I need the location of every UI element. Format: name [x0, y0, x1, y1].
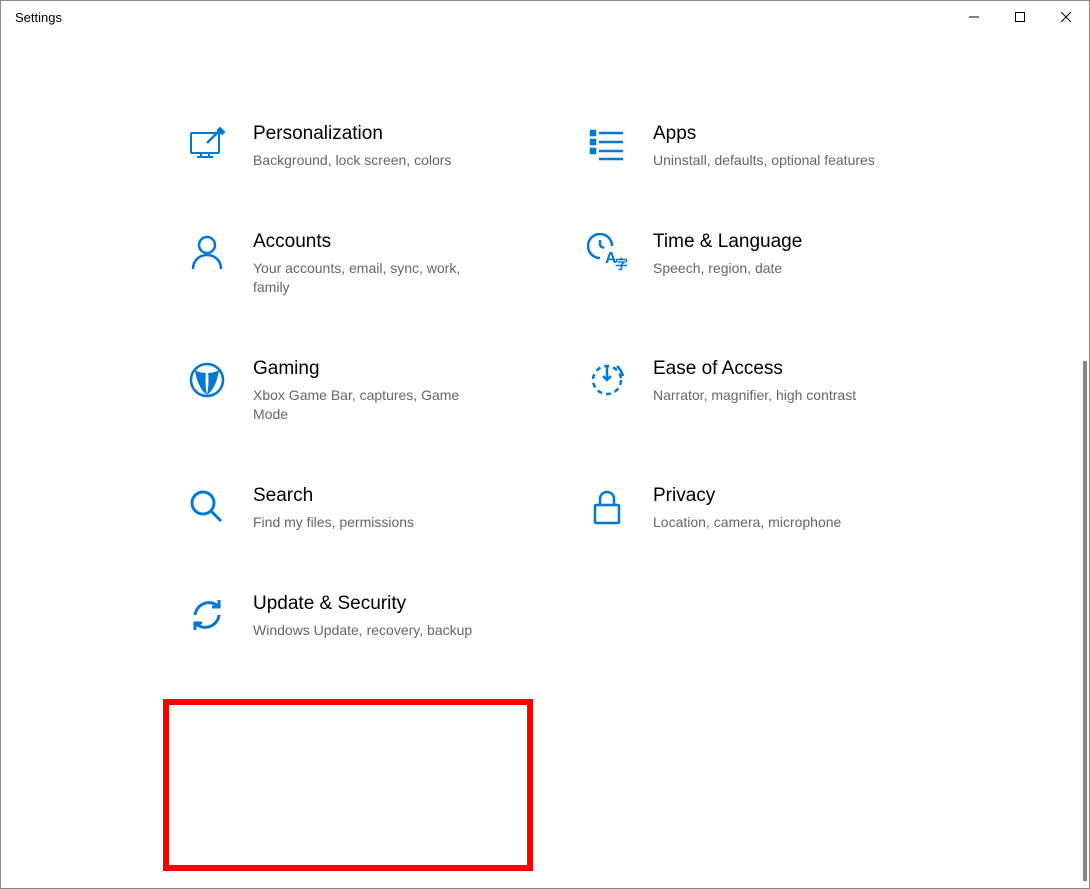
privacy-item[interactable]: Privacy Location, camera, microphone	[585, 485, 945, 533]
item-title: Search	[253, 485, 414, 507]
item-sub: Background, lock screen, colors	[253, 151, 451, 171]
window-controls	[951, 1, 1089, 33]
titlebar: Settings	[1, 1, 1089, 33]
item-sub: Windows Update, recovery, backup	[253, 621, 472, 641]
apps-item[interactable]: Apps Uninstall, defaults, optional featu…	[585, 123, 945, 171]
svg-text:字: 字	[615, 257, 627, 272]
item-title: Time & Language	[653, 231, 802, 253]
item-sub: Your accounts, email, sync, work, family	[253, 259, 493, 298]
privacy-icon	[585, 485, 629, 529]
settings-grid: Personalization Background, lock screen,…	[145, 123, 945, 640]
gaming-icon	[185, 358, 229, 402]
personalization-item[interactable]: Personalization Background, lock screen,…	[185, 123, 545, 171]
item-title: Accounts	[253, 231, 493, 253]
scrollbar-thumb[interactable]	[1083, 361, 1087, 881]
search-item[interactable]: Search Find my files, permissions	[185, 485, 545, 533]
item-sub: Speech, region, date	[653, 259, 802, 279]
update-security-icon	[185, 593, 229, 637]
search-icon	[185, 485, 229, 529]
item-sub: Location, camera, microphone	[653, 513, 841, 533]
item-title: Apps	[653, 123, 875, 145]
maximize-button[interactable]	[997, 1, 1043, 33]
ease-of-access-item[interactable]: Ease of Access Narrator, magnifier, high…	[585, 358, 945, 425]
highlight-box	[163, 699, 533, 871]
item-title: Gaming	[253, 358, 493, 380]
item-sub: Find my files, permissions	[253, 513, 414, 533]
accounts-icon	[185, 231, 229, 275]
item-title: Ease of Access	[653, 358, 856, 380]
gaming-item[interactable]: Gaming Xbox Game Bar, captures, Game Mod…	[185, 358, 545, 425]
content-area: Personalization Background, lock screen,…	[1, 33, 1089, 640]
time-language-icon: A 字	[585, 231, 629, 275]
item-title: Privacy	[653, 485, 841, 507]
window-title: Settings	[15, 10, 62, 25]
personalization-icon	[185, 123, 229, 167]
item-title: Update & Security	[253, 593, 472, 615]
close-button[interactable]	[1043, 1, 1089, 33]
update-security-item[interactable]: Update & Security Windows Update, recove…	[185, 593, 545, 641]
accounts-item[interactable]: Accounts Your accounts, email, sync, wor…	[185, 231, 545, 298]
minimize-button[interactable]	[951, 1, 997, 33]
item-sub: Xbox Game Bar, captures, Game Mode	[253, 386, 493, 425]
time-language-item[interactable]: A 字 Time & Language Speech, region, date	[585, 231, 945, 298]
item-sub: Uninstall, defaults, optional features	[653, 151, 875, 171]
apps-icon	[585, 123, 629, 167]
ease-of-access-icon	[585, 358, 629, 402]
item-title: Personalization	[253, 123, 451, 145]
item-sub: Narrator, magnifier, high contrast	[653, 386, 856, 406]
settings-window: Settings	[0, 0, 1090, 889]
vertical-scrollbar[interactable]	[1077, 361, 1089, 881]
